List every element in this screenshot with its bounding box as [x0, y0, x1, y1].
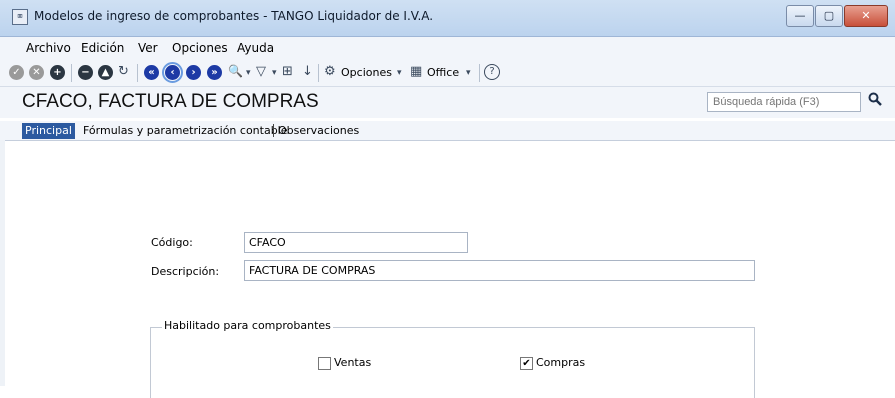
binoculars-icon[interactable]: 🔍: [228, 64, 243, 78]
tab-separator: [273, 124, 274, 137]
ventas-checkbox[interactable]: [318, 357, 331, 370]
codigo-label: Código:: [151, 236, 193, 249]
habilitado-group: [150, 327, 755, 398]
toolbar: ✓ ✕ + − ▲ ↻ « ‹ › » 🔍 ▾ ▽ ▾ ⊞ ↓ ⚙ Opcion…: [0, 59, 895, 87]
page-title: CFACO, FACTURA DE COMPRAS: [22, 91, 319, 112]
filter-icon[interactable]: ▽: [256, 64, 266, 79]
chevron-down-icon[interactable]: ▾: [466, 68, 471, 78]
chevron-down-icon[interactable]: ▾: [246, 68, 251, 78]
tab-strip: Principal Fórmulas y parametrización con…: [0, 121, 895, 141]
codigo-field[interactable]: CFACO: [244, 232, 468, 253]
edit-icon[interactable]: ▲: [98, 65, 113, 80]
menu-archivo[interactable]: Archivo: [26, 41, 71, 55]
ventas-label: Ventas: [334, 356, 372, 369]
compras-label: Compras: [536, 356, 586, 369]
tab-principal[interactable]: Principal: [22, 123, 75, 139]
descripcion-field[interactable]: FACTURA DE COMPRAS: [244, 260, 755, 281]
habilitado-group-title: Habilitado para comprobantes: [162, 319, 333, 332]
title-bar: ⌧ Modelos de ingreso de comprobantes - T…: [0, 0, 895, 37]
previous-record-icon[interactable]: ‹: [162, 62, 183, 83]
search-input[interactable]: [707, 92, 861, 112]
minimize-button[interactable]: —: [786, 5, 814, 27]
header-bar: CFACO, FACTURA DE COMPRAS: [0, 87, 895, 118]
compras-checkbox[interactable]: ✔: [520, 357, 533, 370]
chevron-down-icon[interactable]: ▾: [397, 68, 402, 78]
toolbar-separator: [71, 64, 72, 82]
last-record-icon[interactable]: »: [207, 65, 222, 80]
tab-formulas[interactable]: Fórmulas y parametrización contable: [83, 123, 288, 139]
gear-icon[interactable]: ⚙: [324, 64, 336, 79]
maximize-button[interactable]: ▢: [815, 5, 843, 27]
refresh-icon[interactable]: ↻: [118, 64, 129, 79]
delete-icon[interactable]: −: [78, 65, 93, 80]
office-button[interactable]: Office: [427, 66, 459, 79]
accept-icon[interactable]: ✓: [9, 65, 24, 80]
toolbar-separator: [479, 64, 480, 82]
cancel-icon[interactable]: ✕: [29, 65, 44, 80]
menu-bar: Archivo Edición Ver Opciones Ayuda: [0, 37, 895, 59]
grid-icon[interactable]: ⊞: [282, 64, 293, 79]
app-icon: ⌧: [12, 9, 28, 25]
descripcion-label: Descripción:: [151, 265, 220, 278]
toolbar-separator: [137, 64, 138, 82]
menu-edicion[interactable]: Edición: [81, 41, 124, 55]
search-icon[interactable]: [868, 92, 882, 106]
menu-ayuda[interactable]: Ayuda: [237, 41, 274, 55]
options-button[interactable]: Opciones: [341, 66, 392, 79]
toolbar-separator: [318, 64, 319, 82]
add-icon[interactable]: +: [50, 65, 65, 80]
help-icon[interactable]: ?: [484, 64, 500, 80]
tab-observaciones[interactable]: Observaciones: [278, 123, 359, 139]
first-record-icon[interactable]: «: [144, 65, 159, 80]
chevron-down-icon[interactable]: ▾: [272, 68, 277, 78]
left-edge: [0, 140, 5, 386]
window-title: Modelos de ingreso de comprobantes - TAN…: [34, 9, 434, 23]
close-button[interactable]: ✕: [844, 5, 888, 27]
next-record-icon[interactable]: ›: [186, 65, 201, 80]
menu-opciones[interactable]: Opciones: [172, 41, 228, 55]
menu-ver[interactable]: Ver: [138, 41, 158, 55]
office-icon[interactable]: ▦: [410, 64, 422, 79]
sort-icon[interactable]: ↓: [302, 64, 313, 79]
